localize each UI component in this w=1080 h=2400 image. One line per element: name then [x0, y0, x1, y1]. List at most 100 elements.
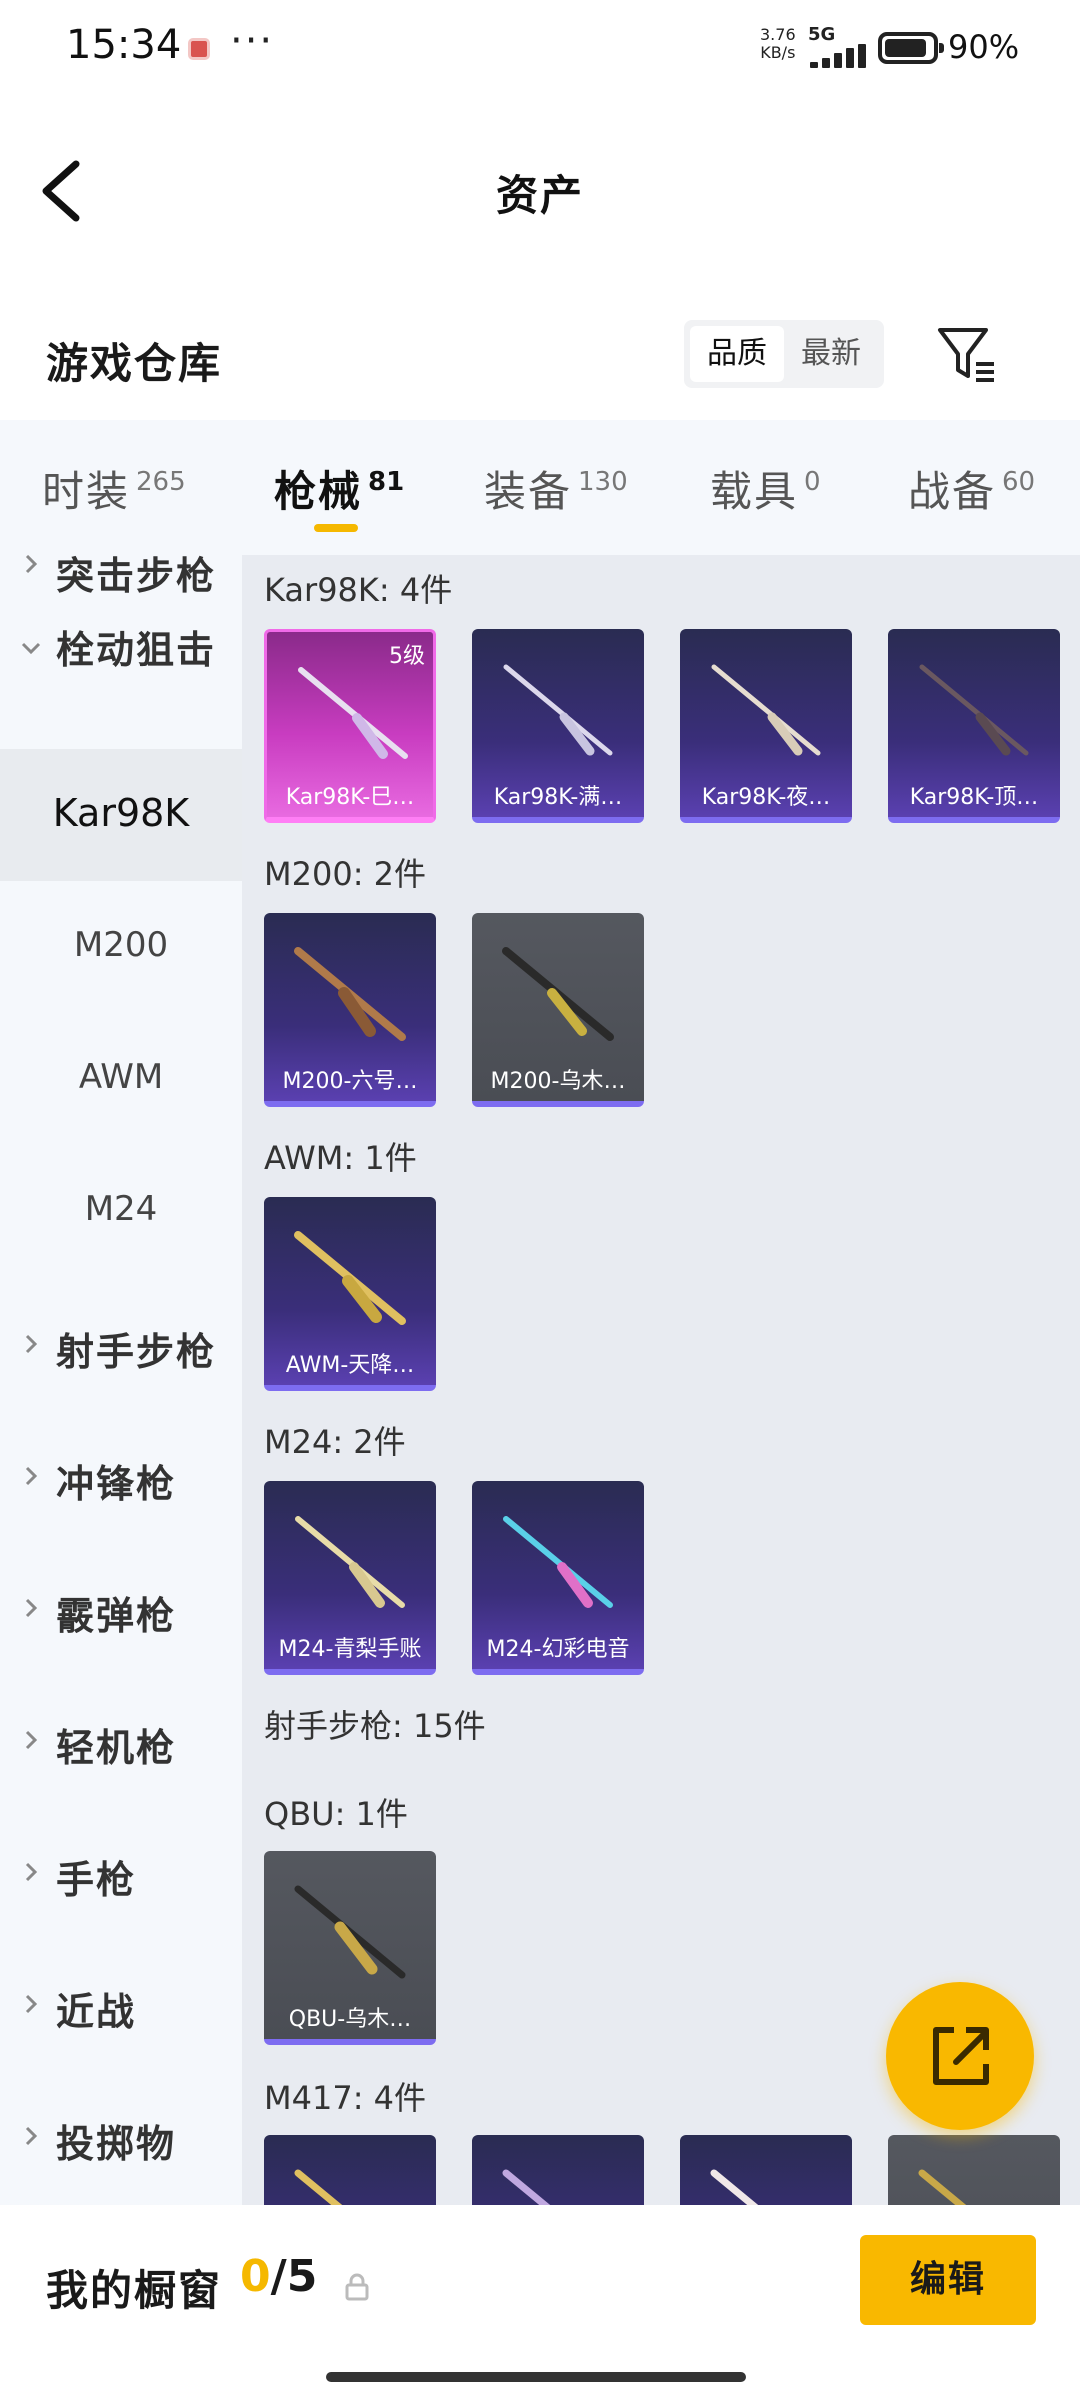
sort-newest-button[interactable]: 最新	[784, 326, 878, 382]
weapon-card[interactable]: Kar98K-满…	[472, 629, 644, 823]
weapon-card[interactable]: M24-青梨手账	[264, 1481, 436, 1675]
weapon-name: Kar98K-巳…	[285, 785, 415, 810]
external-link-icon	[933, 2027, 989, 2085]
rifle-skin-image	[918, 2169, 967, 2205]
chevron-right-icon	[25, 1994, 38, 2014]
weapon-name: Kar98K-满…	[493, 785, 623, 810]
sidebar-item-pistol[interactable]: 手枪	[0, 1805, 242, 1937]
weapon-card[interactable]	[680, 2135, 852, 2205]
tab-label: 战备	[908, 467, 997, 516]
weapon-name: AWM-天降…	[285, 1353, 415, 1378]
showcase-count: 0/5	[240, 2251, 317, 2302]
rifle-skin-image	[294, 1231, 406, 1325]
tab-equipment[interactable]: 装备 130	[484, 458, 628, 519]
rifle-skin-image	[294, 947, 406, 1041]
network-speed: 3.76 KB/s	[760, 26, 796, 62]
group-header-kar98k: Kar98K: 4件	[264, 571, 453, 609]
weapon-card[interactable]	[264, 2135, 436, 2205]
weapon-card[interactable]	[472, 2135, 644, 2205]
sort-quality-button[interactable]: 品质	[690, 326, 784, 382]
weapon-grid: Kar98K: 4件 5级 Kar98K-巳… Kar98K-满… Kar98K…	[242, 555, 1080, 2205]
weapon-card[interactable]: M24-幻彩电音	[472, 1481, 644, 1675]
chevron-right-icon	[25, 1862, 38, 1882]
sidebar-item-bolt-sniper[interactable]: 栓动狙击	[0, 575, 242, 707]
category-tabs: 时装 265 枪械 81 装备 130 载具 0 战备 60	[0, 420, 1080, 555]
sidebar-subitem-awm[interactable]: AWM	[0, 1013, 242, 1145]
tab-label: 载具	[710, 467, 799, 516]
tab-label: 时装	[42, 467, 131, 516]
group-header-m24: M24: 2件	[264, 1423, 406, 1461]
share-button[interactable]	[886, 1982, 1034, 2130]
rifle-skin-image	[294, 2169, 343, 2205]
sidebar-subitem-kar98k[interactable]: Kar98K	[0, 749, 242, 881]
tab-count: 265	[136, 467, 186, 497]
sidebar-category-label: 射手步枪	[56, 1330, 217, 1374]
showcase-current: 0	[240, 2251, 271, 2302]
sidebar-item-lmg[interactable]: 轻机枪	[0, 1673, 242, 1805]
weapon-card[interactable]: 5级 Kar98K-巳…	[264, 629, 436, 823]
rifle-skin-image	[919, 664, 1029, 756]
group-header-awm: AWM: 1件	[264, 1139, 417, 1177]
sidebar-category-label: 近战	[56, 1990, 137, 2034]
more-notifications-icon: ···	[230, 18, 275, 64]
filter-icon	[938, 328, 994, 382]
sidebar-subitem-label: M24	[84, 1189, 158, 1229]
tab-firearms[interactable]: 枪械 81	[274, 458, 404, 519]
chevron-right-icon	[25, 555, 38, 574]
sidebar-subitem-label: Kar98K	[52, 791, 190, 835]
weapon-name: M24-青梨手账	[278, 1637, 422, 1662]
rifle-skin-image	[295, 1516, 405, 1608]
sidebar-item-shotgun[interactable]: 霰弹枪	[0, 1541, 242, 1673]
sort-toggle: 品质 最新	[684, 320, 884, 388]
network-speed-value: 3.76	[760, 25, 796, 44]
rifle-skin-image	[298, 667, 408, 759]
battery-percent: 90%	[948, 28, 1020, 66]
sidebar-category-label: 霰弹枪	[56, 1594, 177, 1638]
showcase-max: 5	[286, 2251, 318, 2302]
warehouse-title: 游戏仓库	[46, 339, 223, 388]
weapon-name: QBU-乌木…	[288, 2007, 412, 2032]
weapon-card[interactable]: Kar98K-夜…	[680, 629, 852, 823]
group-header-m200: M200: 2件	[264, 855, 427, 893]
sidebar-item-smg[interactable]: 冲锋枪	[0, 1409, 242, 1541]
chevron-right-icon	[25, 2126, 38, 2146]
tab-fashion[interactable]: 时装 265	[42, 458, 186, 519]
sidebar-item-melee[interactable]: 近战	[0, 1937, 242, 2069]
home-indicator[interactable]	[326, 2372, 746, 2382]
weapon-name: M24-幻彩电音	[486, 1637, 630, 1662]
tab-vehicles[interactable]: 载具 0	[710, 458, 821, 519]
tab-label: 装备	[484, 467, 573, 516]
sidebar-subitem-m200[interactable]: M200	[0, 881, 242, 1013]
filter-button[interactable]	[934, 320, 1000, 386]
status-time: 15:34	[66, 22, 182, 68]
battery-icon	[878, 32, 944, 64]
weapon-card[interactable]: QBU-乌木…	[264, 1851, 436, 2045]
weapon-card[interactable]: M200-乌木…	[472, 913, 644, 1107]
weapon-card[interactable]	[888, 2135, 1060, 2205]
tab-count: 81	[368, 467, 405, 497]
chevron-down-icon	[21, 642, 41, 655]
weapon-card[interactable]: M200-六号…	[264, 913, 436, 1107]
sidebar-item-throwable[interactable]: 投掷物	[0, 2069, 242, 2201]
showcase-bar: 我的橱窗 0/5 编辑	[0, 2205, 1080, 2400]
rifle-skin-image	[502, 947, 614, 1041]
group-header-m417: M417: 4件	[264, 2079, 427, 2117]
tab-gear[interactable]: 战备 60	[908, 458, 1035, 519]
rifle-skin-image	[294, 1885, 406, 1979]
tab-count: 0	[804, 467, 821, 497]
active-tab-indicator	[314, 524, 358, 532]
section-header-marksman: 射手步枪: 15件	[264, 1707, 486, 1745]
weapon-card[interactable]: Kar98K-顶…	[888, 629, 1060, 823]
weapon-card[interactable]: AWM-天降…	[264, 1197, 436, 1391]
rifle-skin-image	[503, 664, 613, 756]
showcase-separator: /	[270, 2251, 287, 2302]
sidebar-category-label: 栓动狙击	[56, 628, 217, 672]
sidebar-category-label: 投掷物	[56, 2122, 177, 2166]
weapon-name: Kar98K-顶…	[909, 785, 1039, 810]
notification-app-icon	[188, 38, 210, 60]
sidebar-item-marksman-rifle[interactable]: 射手步枪	[0, 1277, 242, 1409]
tab-count: 60	[1002, 467, 1036, 497]
edit-button[interactable]: 编辑	[860, 2235, 1036, 2325]
sidebar-subitem-m24[interactable]: M24	[0, 1145, 242, 1277]
item-level-badge: 5级	[389, 644, 425, 669]
